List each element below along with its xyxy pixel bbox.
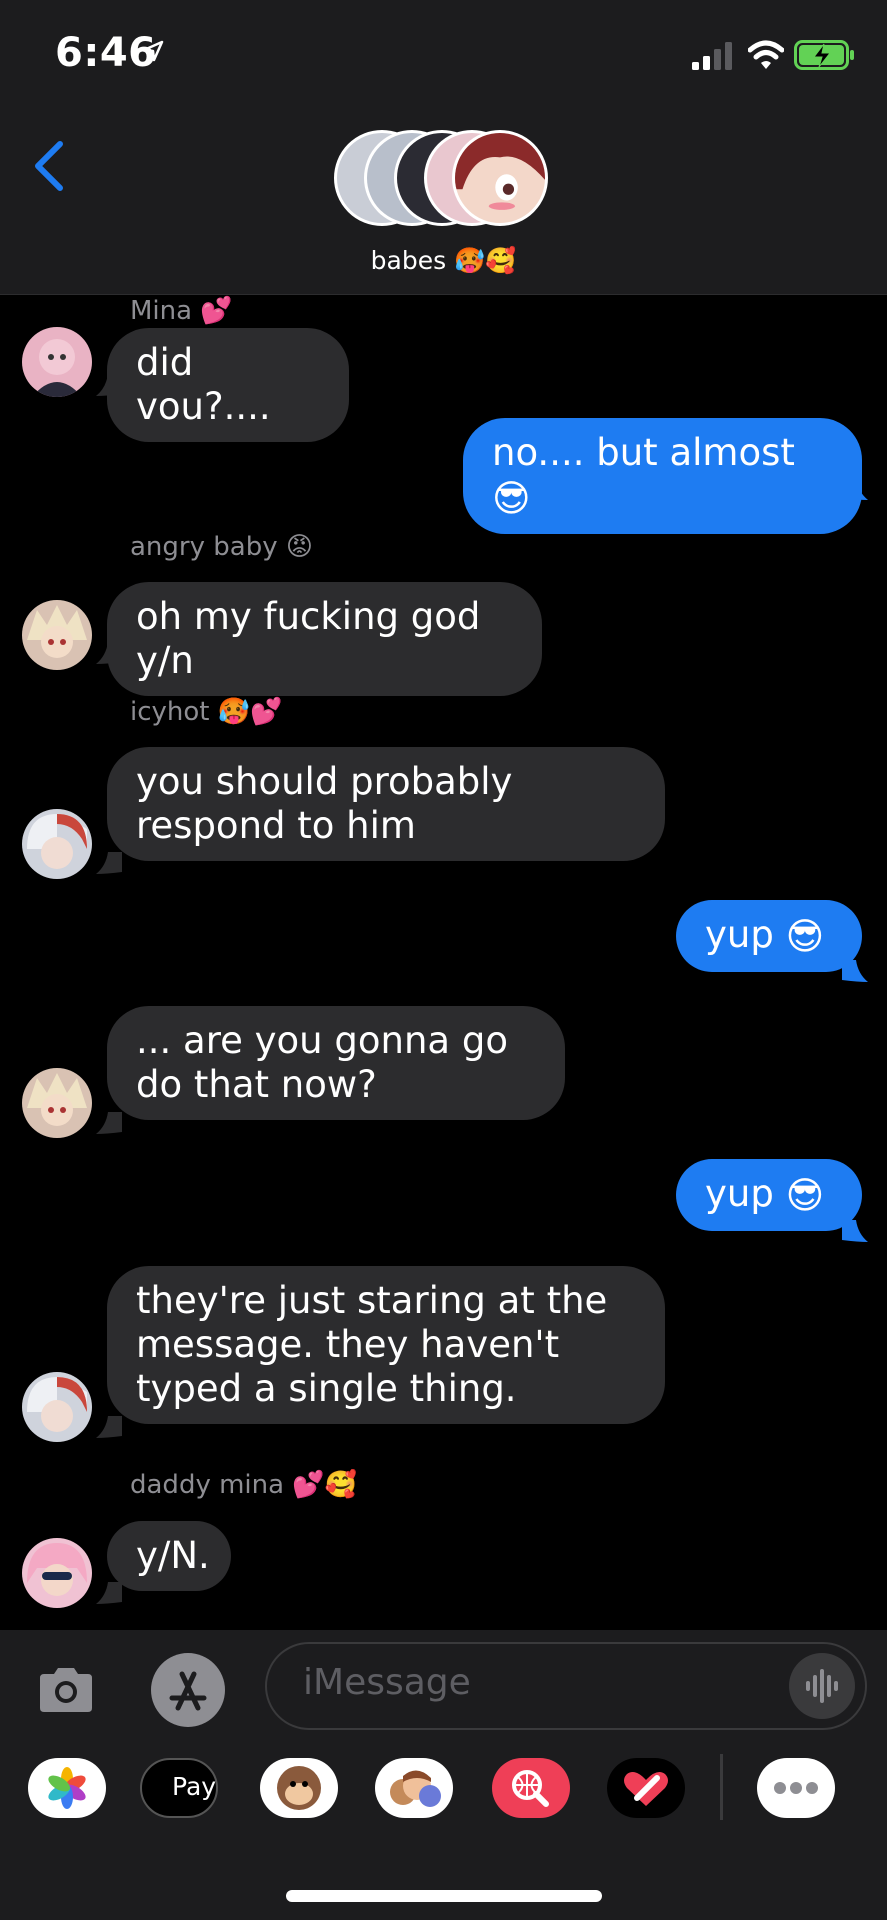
camera-icon[interactable] — [36, 1660, 96, 1720]
message-input[interactable]: iMessage — [265, 1642, 867, 1730]
animoji-monkey-icon[interactable] — [260, 1758, 338, 1818]
status-bar: 6:46 — [0, 0, 887, 108]
message-bubble[interactable]: oh my fucking god y/n — [107, 582, 542, 696]
more-apps-icon[interactable] — [757, 1758, 835, 1818]
avatar[interactable] — [22, 809, 92, 879]
wifi-icon — [748, 40, 784, 69]
message-bubble[interactable]: y/N. — [107, 1521, 231, 1591]
home-indicator[interactable] — [286, 1890, 602, 1902]
composer-area: iMessage Pay — [0, 1630, 887, 1920]
message-bubble[interactable]: you should probably respond to him — [107, 747, 665, 861]
avatar[interactable] — [22, 1372, 92, 1442]
avatar[interactable] — [22, 1538, 92, 1608]
message-input-placeholder: iMessage — [303, 1662, 471, 1703]
message-bubble[interactable]: no.... but almost 😎 — [463, 418, 862, 534]
message-bubble[interactable]: they're just staring at the message. the… — [107, 1266, 665, 1424]
bubble-tail — [96, 852, 122, 874]
audio-message-button[interactable] — [789, 1653, 855, 1719]
sender-name: daddy mina 💕🥰 — [130, 1470, 358, 1500]
cellular-signal-icon — [692, 42, 732, 70]
sender-name: angry baby 😡 — [130, 532, 313, 562]
back-chevron-icon[interactable] — [30, 138, 70, 194]
avatar[interactable] — [22, 600, 92, 670]
digital-touch-icon[interactable] — [607, 1758, 685, 1818]
avatar[interactable] — [22, 327, 92, 397]
avatar[interactable] — [22, 1068, 92, 1138]
apple-pay-app-icon[interactable]: Pay — [140, 1758, 218, 1818]
photos-app-icon[interactable] — [28, 1758, 106, 1818]
sender-name: Mina 💕 — [130, 296, 233, 326]
memoji-stickers-icon[interactable] — [375, 1758, 453, 1818]
group-avatar-stack[interactable] — [334, 130, 554, 230]
message-bubble[interactable]: ... are you gonna go do that now? — [107, 1006, 565, 1120]
battery-charging-icon — [794, 40, 854, 70]
waveform-icon — [806, 1669, 838, 1703]
app-drawer: Pay — [0, 1754, 887, 1838]
bubble-tail — [96, 1582, 122, 1604]
message-bubble[interactable]: yup 😎 — [676, 900, 862, 972]
group-avatar — [452, 130, 548, 226]
message-bubble[interactable]: did vou?.... — [107, 328, 349, 442]
location-arrow-icon — [142, 40, 164, 62]
sender-name: icyhot 🥵💕 — [130, 697, 283, 727]
group-name[interactable]: babes 🥵🥰 — [0, 246, 887, 276]
app-store-icon[interactable] — [150, 1652, 226, 1728]
bubble-tail — [96, 1112, 122, 1134]
message-bubble[interactable]: yup 😎 — [676, 1159, 862, 1231]
web-search-app-icon[interactable] — [492, 1758, 570, 1818]
drawer-divider — [720, 1754, 723, 1820]
bubble-tail — [96, 1416, 122, 1438]
conversation-header: babes 🥵🥰 — [0, 108, 887, 295]
